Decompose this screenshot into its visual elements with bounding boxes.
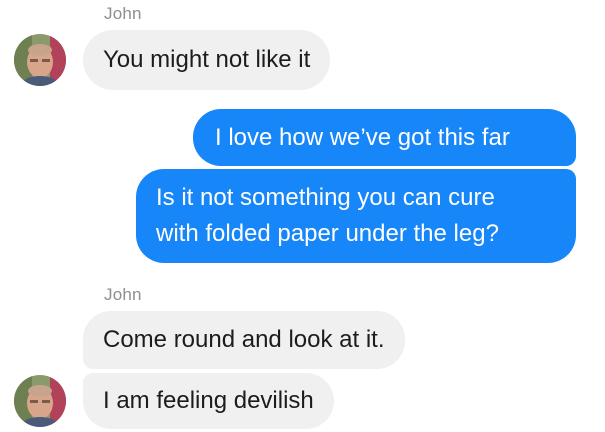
message-bubble[interactable]: Is it not something you can cure with fo…: [136, 169, 576, 263]
message-text: You might not like it: [103, 46, 311, 73]
avatar-photo-icon: [14, 375, 66, 427]
message-text: I love how we’ve got this far: [215, 124, 510, 151]
message-bubble[interactable]: You might not like it: [83, 30, 331, 90]
message-text: I am feeling devilish: [103, 387, 314, 414]
avatar-photo-icon: [14, 34, 66, 86]
message-bubble[interactable]: Come round and look at it.: [83, 311, 405, 369]
sender-name: John: [104, 4, 142, 23]
avatar[interactable]: [14, 375, 66, 427]
message-text: with folded paper under the leg?: [156, 220, 499, 247]
message-bubble[interactable]: I am feeling devilish: [83, 373, 334, 429]
message-text: Is it not something you can cure: [156, 184, 495, 211]
message-text: Come round and look at it.: [103, 326, 385, 353]
sender-name: John: [104, 285, 142, 304]
avatar[interactable]: [14, 34, 66, 86]
message-bubble[interactable]: I love how we’ve got this far: [193, 109, 576, 166]
